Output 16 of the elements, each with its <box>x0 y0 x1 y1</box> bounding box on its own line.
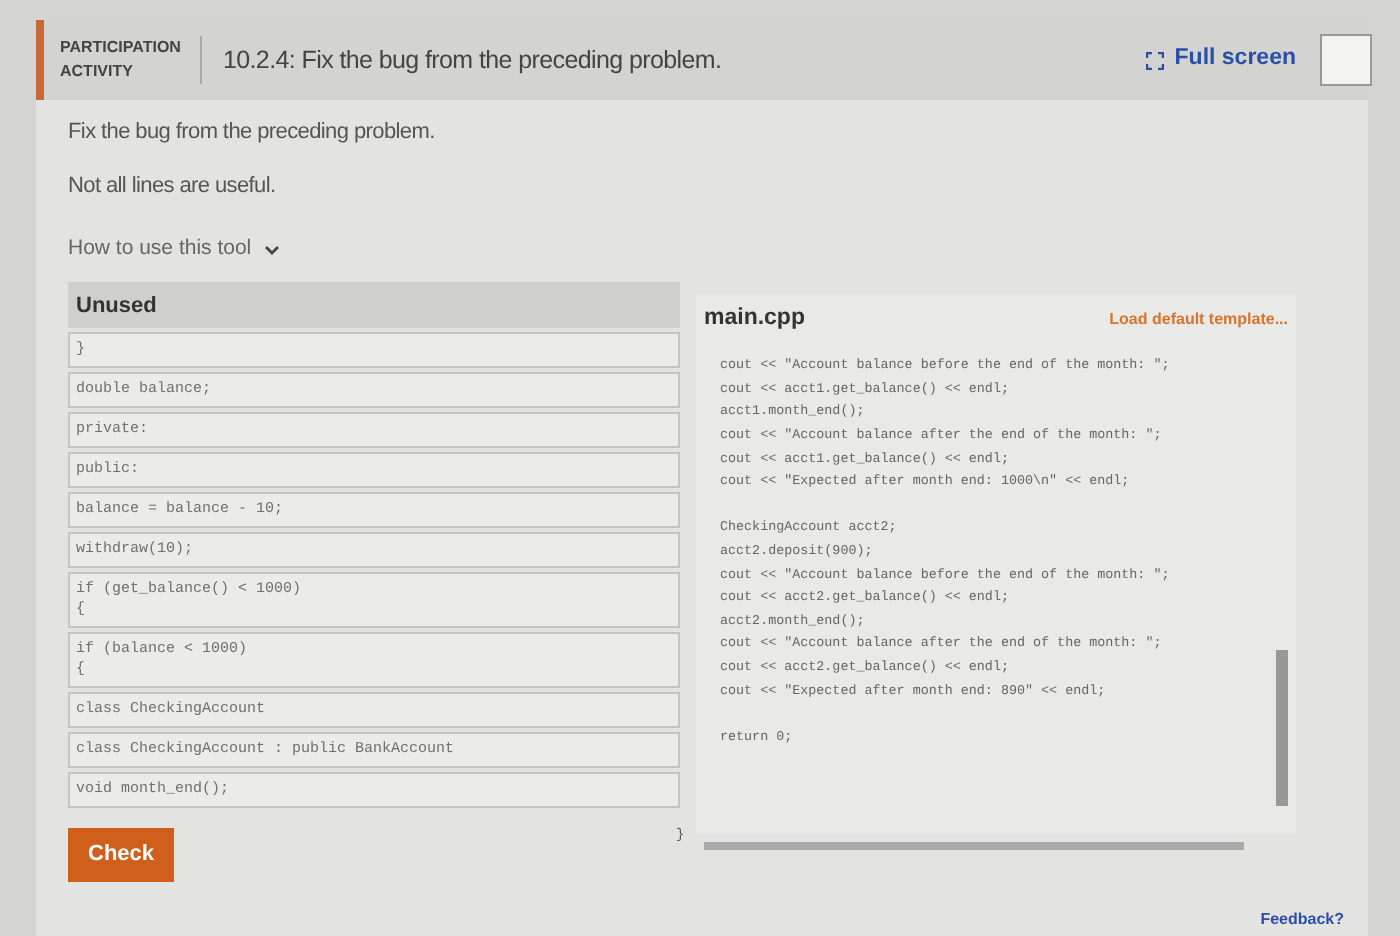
instruction-text: Not all lines are useful. <box>68 171 278 201</box>
horizontal-scrollbar[interactable] <box>704 842 1244 850</box>
fullscreen-link[interactable]: Full screen <box>1146 42 1296 78</box>
load-template-link[interactable]: Load default template... <box>1109 307 1288 332</box>
instruction-text: Fix the bug from the preceding problem. <box>68 118 437 148</box>
check-button[interactable]: Check <box>68 828 175 881</box>
scrollbar[interactable] <box>1276 650 1288 806</box>
expand-icon <box>1146 51 1165 69</box>
chevron-icon <box>263 243 280 256</box>
help-toggle[interactable]: How to use this tool <box>68 234 280 266</box>
bookmark-icon[interactable] <box>1320 34 1372 86</box>
activity-title: 10.2.4: Fix the bug from the preceding problem. <box>220 43 722 78</box>
feedback-link[interactable]: Feedback? <box>1260 908 1344 932</box>
file-name: main.cpp <box>704 304 805 334</box>
unused-header: Unused <box>68 282 680 328</box>
activity-tag: PARTICIPATION ACTIVITY <box>44 36 203 84</box>
